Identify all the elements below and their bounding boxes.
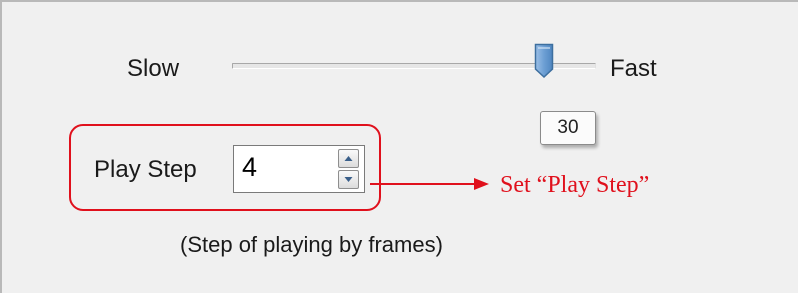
slider-thumb-icon[interactable] — [534, 43, 554, 79]
triangle-down-icon — [344, 177, 353, 182]
arrow-right-icon — [370, 178, 489, 190]
slider-min-label: Slow — [127, 55, 180, 82]
triangle-up-icon — [344, 156, 353, 161]
annotation-text: Set “Play Step” — [500, 172, 650, 198]
spin-up-button[interactable] — [338, 149, 359, 168]
play-step-input[interactable]: 4 — [242, 152, 257, 183]
spin-down-button[interactable] — [338, 170, 359, 189]
playback-settings-panel: Slow Fast 30 Play Step 4 Set “Play Step”… — [0, 0, 798, 293]
slider-value-tooltip: 30 — [540, 111, 596, 145]
play-step-spinner[interactable]: 4 — [233, 145, 365, 193]
play-step-caption: (Step of playing by frames) — [180, 232, 443, 257]
play-step-label: Play Step — [94, 156, 197, 183]
slider-max-label: Fast — [610, 55, 657, 82]
